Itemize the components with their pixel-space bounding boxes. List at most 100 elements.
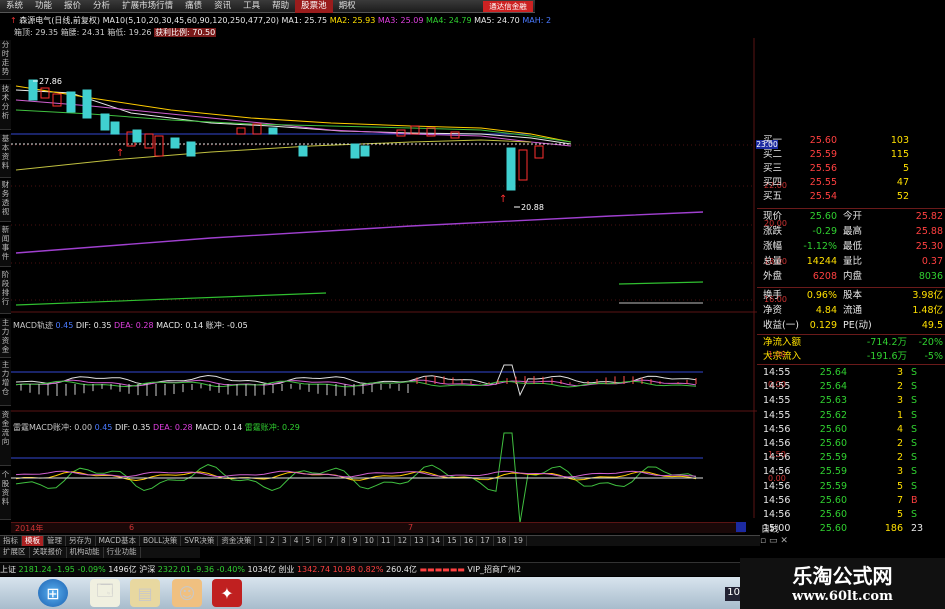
menu-item-10[interactable]: 期权 xyxy=(333,0,362,13)
left-tab-9[interactable]: 个股资料 xyxy=(0,470,11,520)
bottom-tab-18[interactable]: 11 xyxy=(378,536,395,546)
stock-name[interactable]: 森源电气(日线,前复权) xyxy=(19,16,100,25)
tdx-app-icon[interactable]: ✦ xyxy=(212,579,242,607)
stat-label-2: 量比 xyxy=(843,256,863,267)
candle xyxy=(236,127,246,135)
high-annotation: 27.86 xyxy=(39,77,62,86)
date-month-7: 7 xyxy=(408,523,414,532)
bid-label: 买五 xyxy=(763,191,783,202)
hs-value: 2322.01 xyxy=(157,565,191,574)
menu-item-6[interactable]: 资讯 xyxy=(208,0,237,13)
kline-chart[interactable]: ↑ ↑ 27.86 20.88 xyxy=(11,38,757,522)
bottom-tab-13[interactable]: 6 xyxy=(314,536,327,546)
mah-value: MAH: 2 xyxy=(522,16,552,25)
bottom-tab-11[interactable]: 4 xyxy=(291,536,303,546)
window-controls-icon[interactable]: ▫ ▭ ✕ xyxy=(760,536,788,546)
sh-label[interactable]: 上证 xyxy=(0,565,16,574)
bid-price: 25.55 xyxy=(809,177,837,188)
menu-item-4[interactable]: 扩展市场行情 xyxy=(116,0,179,13)
bottom-tab-16[interactable]: 9 xyxy=(350,536,362,546)
tick-side: S xyxy=(911,438,918,449)
menu-item-5[interactable]: 痛债 xyxy=(179,0,208,13)
bottom-tab-21[interactable]: 14 xyxy=(428,536,445,546)
watermark-url: www.60lt.com xyxy=(792,589,893,604)
bottom-tab-19[interactable]: 12 xyxy=(395,536,412,546)
left-tab-2[interactable]: 基本资料 xyxy=(0,134,11,178)
left-tab-6[interactable]: 主力资金 xyxy=(0,318,11,358)
bottom-tab2-0[interactable]: 扩展区 xyxy=(0,547,30,558)
bottom-tab-2[interactable]: 管理 xyxy=(44,536,66,546)
hs-label[interactable]: 沪深 xyxy=(139,565,155,574)
stat-value: -0.29 xyxy=(812,226,837,237)
index-status-bar: 上证 2181.24 -1.95 -0.09% 1496亿 沪深 2322.01… xyxy=(0,562,760,576)
flow-pct: -20% xyxy=(918,337,943,348)
menu-item-9[interactable]: 股票池 xyxy=(295,0,333,13)
cy-label[interactable]: 创业 xyxy=(278,565,294,574)
macd2-macd: MACD: 0.14 xyxy=(195,423,243,432)
bottom-tab-25[interactable]: 18 xyxy=(494,536,511,546)
bottom-tab2-1[interactable]: 关联报价 xyxy=(30,547,67,558)
bottom-tab-22[interactable]: 15 xyxy=(444,536,461,546)
bottom-tab2-3[interactable]: 行业功能 xyxy=(104,547,141,558)
bid-volume: 5 xyxy=(902,163,909,174)
left-tab-8[interactable]: 资金流向 xyxy=(0,410,11,466)
app-icon-1[interactable]: 🗔 xyxy=(90,579,120,607)
date-month-6: 6 xyxy=(129,523,135,532)
left-tab-0[interactable]: 分时走势 xyxy=(0,40,11,80)
bottom-tab-23[interactable]: 16 xyxy=(461,536,478,546)
menu-item-3[interactable]: 分析 xyxy=(87,0,116,13)
bid-label: 买二 xyxy=(763,149,783,160)
left-tab-4[interactable]: 新闻事件 xyxy=(0,225,11,267)
left-tab-3[interactable]: 财务透视 xyxy=(0,180,11,222)
vip-server[interactable]: VIP_招商广州2 xyxy=(467,565,521,574)
tick-price: 25.59 xyxy=(819,480,847,492)
menu-item-8[interactable]: 帮助 xyxy=(266,0,295,13)
bottom-tab-3[interactable]: 另存为 xyxy=(66,536,96,546)
bottom-tab-5[interactable]: BOLL决策 xyxy=(140,536,182,546)
menu-item-2[interactable]: 报价 xyxy=(58,0,87,13)
bottom-tab-7[interactable]: 资金决策 xyxy=(218,536,256,546)
tick-time: 14:55 xyxy=(763,395,791,407)
menu-bar: 系统 功能 报价 分析 扩展市场行情 痛债 资讯 工具 帮助 股票池 期权 xyxy=(0,0,535,13)
bottom-tab-12[interactable]: 5 xyxy=(303,536,315,546)
bottom-tab-17[interactable]: 10 xyxy=(361,536,378,546)
stat-label-2: 内盘 xyxy=(843,271,863,282)
tick-side: S xyxy=(911,395,918,407)
scroll-right-button[interactable] xyxy=(736,522,746,532)
tick-price: 25.62 xyxy=(819,409,847,421)
bottom-tab-10[interactable]: 3 xyxy=(279,536,291,546)
bottom-tab-24[interactable]: 17 xyxy=(477,536,494,546)
people-icon[interactable]: ☺ xyxy=(172,579,202,607)
bottom-tab-15[interactable]: 8 xyxy=(338,536,350,546)
bottom-tab-1[interactable]: 模板 xyxy=(22,536,44,546)
bottom-tab-6[interactable]: SVR决策 xyxy=(181,536,219,546)
bottom-tab-14[interactable]: 7 xyxy=(326,536,338,546)
left-tab-7[interactable]: 主力增仓 xyxy=(0,360,11,406)
tick-volume: 3 xyxy=(896,395,903,407)
low-annotation: 20.88 xyxy=(521,203,544,212)
tick-side: S xyxy=(911,423,918,435)
bottom-tab-20[interactable]: 13 xyxy=(411,536,428,546)
broker-badge[interactable]: 通达信金融 xyxy=(483,1,533,12)
menu-item-7[interactable]: 工具 xyxy=(237,0,266,13)
quote-panel: 买一 25.60 103 买二 25.59 115 买三 25.56 5 买四 25.55 47 买五 2… xyxy=(757,135,945,536)
tick-side: 23 xyxy=(911,523,924,535)
folder-icon[interactable]: ▤ xyxy=(130,579,160,607)
date-axis: 2014年 6 7 xyxy=(11,522,745,533)
left-tab-1[interactable]: 技术分析 xyxy=(0,84,11,130)
bottom-tab-26[interactable]: 19 xyxy=(510,536,527,546)
sh-amount: 1496亿 xyxy=(108,565,137,574)
ma2-value: MA2: 25.93 xyxy=(329,16,376,25)
menu-item-0[interactable]: 系统 xyxy=(0,0,29,13)
bottom-tab-9[interactable]: 2 xyxy=(267,536,279,546)
bottom-tab-0[interactable]: 指标 xyxy=(0,536,22,546)
bottom-tab-4[interactable]: MACD基本 xyxy=(96,536,140,546)
start-button-icon[interactable]: ⊞ xyxy=(38,579,68,607)
tick-price: 25.60 xyxy=(819,509,847,520)
bottom-tab-8[interactable]: 1 xyxy=(255,536,268,546)
macd1-macd: MACD: 0.14 xyxy=(156,321,204,330)
bottom-tab2-2[interactable]: 机构动能 xyxy=(67,547,104,558)
candle xyxy=(518,149,528,181)
left-tab-5[interactable]: 阶段排行 xyxy=(0,270,11,314)
menu-item-1[interactable]: 功能 xyxy=(29,0,58,13)
